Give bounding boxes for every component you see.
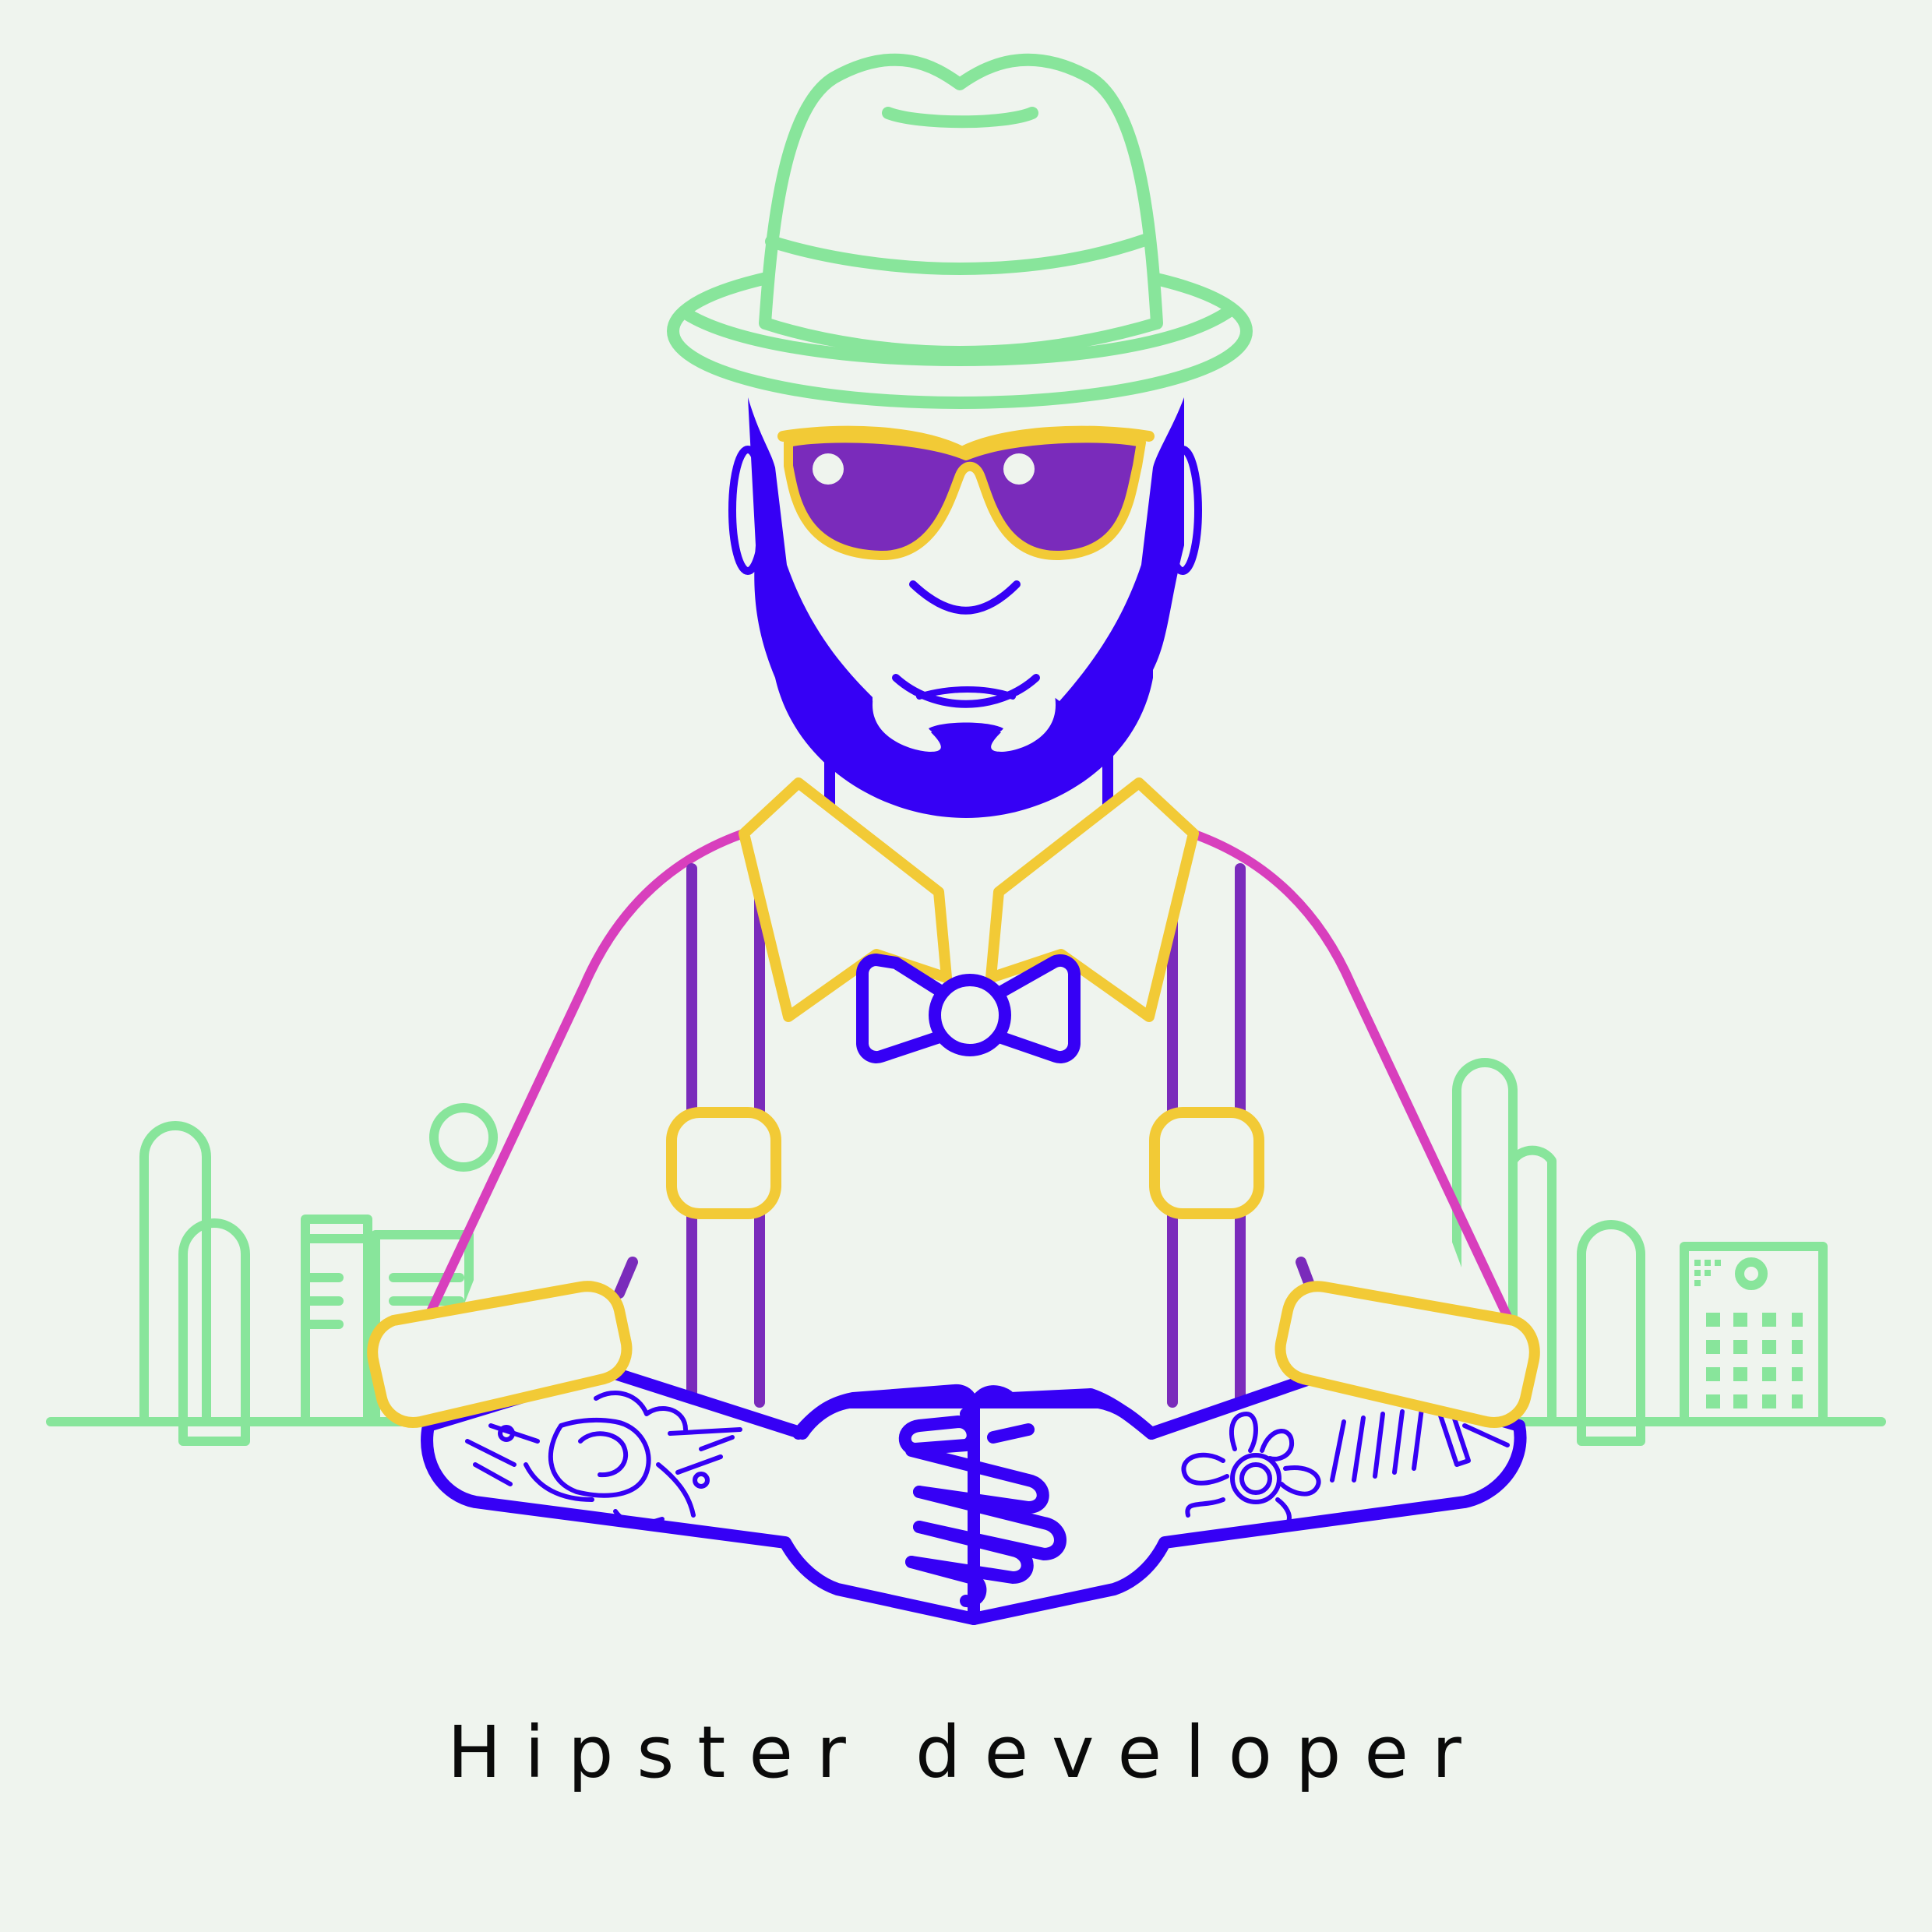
left-suspender-buckle [666, 1107, 781, 1219]
illustration-caption: Hipster developer [447, 1711, 1485, 1794]
right-suspender-buckle [1149, 1107, 1264, 1219]
hat-icon [667, 53, 1253, 409]
left-lens-glint [813, 453, 844, 485]
left-tower-short [178, 1218, 250, 1446]
left-sun-circle [429, 1103, 498, 1172]
right-lens-glint [1003, 453, 1035, 485]
right-tower-short [1577, 1220, 1645, 1446]
sunglasses-icon [777, 425, 1155, 561]
hat-crown [759, 53, 1163, 358]
hipster-developer-illustration [46, 53, 1886, 1625]
bow-tie-icon [856, 954, 1081, 1064]
illustration-canvas: Hipster developer [0, 0, 1932, 1932]
left-forearm [421, 1365, 980, 1625]
left-tower-tall [139, 1121, 211, 1426]
